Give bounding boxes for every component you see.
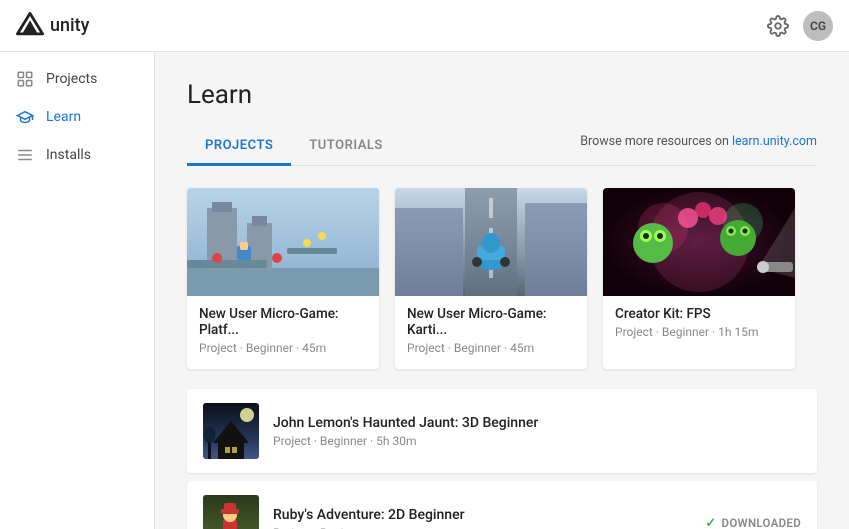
card-title-2: Creator Kit: FPS [615, 306, 783, 322]
card-title-1: New User Micro-Game: Karti... [407, 306, 575, 338]
sidebar-item-learn[interactable]: Learn [0, 98, 154, 136]
list-thumb-john [203, 403, 259, 459]
card-body-0: New User Micro-Game: Platf... Project · … [187, 296, 379, 369]
projects-icon [16, 70, 34, 88]
check-icon: ✓ [705, 516, 716, 529]
card-2[interactable]: Creator Kit: FPS Project · Beginner · 1h… [603, 188, 795, 369]
list-info-1: Ruby's Adventure: 2D Beginner Project · … [273, 507, 705, 529]
card-meta-0: Project · Beginner · 45m [199, 341, 367, 355]
card-title-0: New User Micro-Game: Platf... [199, 306, 367, 338]
tabs-bar: PROJECTS TUTORIALS Browse more resources… [187, 128, 817, 166]
list-item-1[interactable]: Ruby's Adventure: 2D Beginner Project · … [187, 481, 817, 529]
user-avatar[interactable]: CG [803, 11, 833, 41]
card-1[interactable]: New User Micro-Game: Karti... Project · … [395, 188, 587, 369]
card-0[interactable]: New User Micro-Game: Platf... Project · … [187, 188, 379, 369]
tab-tutorials[interactable]: TUTORIALS [291, 128, 401, 166]
list-thumb-ruby [203, 495, 259, 529]
installs-label: Installs [46, 147, 91, 163]
card-body-2: Creator Kit: FPS Project · Beginner · 1h… [603, 296, 795, 353]
cards-grid: New User Micro-Game: Platf... Project · … [187, 188, 817, 369]
list-meta-0: Project · Beginner · 5h 30m [273, 434, 801, 448]
list-meta-1: Project · Beginner [273, 526, 705, 529]
card-meta-2: Project · Beginner · 1h 15m [615, 325, 783, 339]
sidebar: Projects Learn Installs [0, 52, 155, 529]
topbar: unity CG [0, 0, 849, 52]
content-area: Learn PROJECTS TUTORIALS Browse more res… [155, 52, 849, 529]
list-item-0[interactable]: John Lemon's Haunted Jaunt: 3D Beginner … [187, 389, 817, 473]
main-layout: Projects Learn Installs [0, 52, 849, 529]
installs-icon [16, 146, 34, 164]
tab-projects[interactable]: PROJECTS [187, 128, 291, 166]
browse-resources-text: Browse more resources on learn.unity.com [580, 134, 817, 159]
learn-label: Learn [46, 109, 81, 125]
topbar-right: CG [767, 11, 833, 41]
sidebar-item-installs[interactable]: Installs [0, 136, 154, 174]
list-title-1: Ruby's Adventure: 2D Beginner [273, 507, 705, 523]
card-thumb-2 [603, 188, 795, 296]
card-thumb-1 [395, 188, 587, 296]
app-title: unity [50, 15, 89, 36]
sidebar-item-projects[interactable]: Projects [0, 60, 154, 98]
list-title-0: John Lemon's Haunted Jaunt: 3D Beginner [273, 415, 801, 431]
card-thumb-0 [187, 188, 379, 296]
learn-icon [16, 108, 34, 126]
projects-label: Projects [46, 71, 97, 87]
browse-resources-link[interactable]: learn.unity.com [732, 134, 817, 149]
downloaded-badge: ✓ DOWNLOADED [705, 516, 801, 529]
card-body-1: New User Micro-Game: Karti... Project · … [395, 296, 587, 369]
tabs-left: PROJECTS TUTORIALS [187, 128, 401, 165]
topbar-left: unity [16, 12, 89, 40]
unity-logo-icon [16, 12, 44, 40]
card-meta-1: Project · Beginner · 45m [407, 341, 575, 355]
list-info-0: John Lemon's Haunted Jaunt: 3D Beginner … [273, 415, 801, 448]
page-title: Learn [187, 80, 817, 110]
unity-logo[interactable]: unity [16, 12, 89, 40]
gear-icon[interactable] [767, 15, 789, 37]
